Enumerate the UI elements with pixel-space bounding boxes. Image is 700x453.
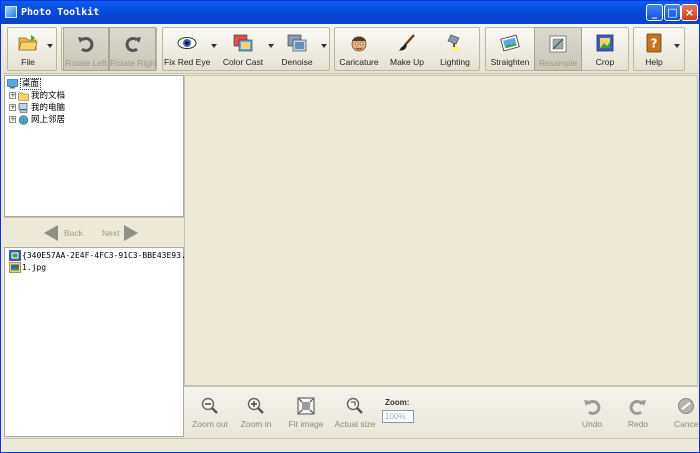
minimize-button[interactable]: _ <box>646 4 663 21</box>
redo-icon <box>629 399 646 415</box>
image-canvas[interactable] <box>184 75 698 386</box>
red-eye-dropdown-arrow-icon[interactable] <box>211 44 217 48</box>
tree-item-computer[interactable]: + 我的电脑 <box>9 102 65 114</box>
close-button[interactable]: × <box>681 4 698 21</box>
folder-icon <box>18 92 29 101</box>
expand-icon[interactable]: + <box>9 116 16 123</box>
tree-item-network[interactable]: + 网上邻居 <box>9 114 65 126</box>
lighting-button[interactable]: Lighting <box>432 27 478 71</box>
network-icon <box>18 114 29 125</box>
straighten-button[interactable]: Straighten <box>487 27 533 71</box>
zoom-label: Zoom: <box>385 398 410 407</box>
tree-item-label: 我的文档 <box>31 91 66 101</box>
denoise-dropdown-arrow-icon[interactable] <box>321 44 327 48</box>
help-dropdown-arrow-icon[interactable] <box>674 44 680 48</box>
resample-icon <box>549 35 567 53</box>
rotate-right-icon <box>125 37 141 52</box>
resample-button[interactable]: Resample <box>534 27 582 71</box>
make-up-button[interactable]: Make Up <box>384 27 430 71</box>
color-cast-dropdown-arrow-icon[interactable] <box>268 44 274 48</box>
window-title: Photo Toolkit <box>21 7 100 18</box>
undo-icon <box>584 399 601 415</box>
svg-text:?: ? <box>651 37 658 51</box>
app-icon <box>5 6 17 18</box>
zoom-out-button[interactable]: Zoom out <box>188 395 232 435</box>
fit-image-button[interactable]: Fit image <box>284 395 328 435</box>
arrow-right-icon <box>124 225 138 241</box>
zoom-in-button[interactable]: Zoom in <box>236 395 276 435</box>
maximize-button[interactable]: □ <box>664 4 681 21</box>
rotate-right-button[interactable]: Rotate Right <box>109 27 157 71</box>
fit-image-icon <box>297 397 315 415</box>
tree-root-desktop[interactable]: 桌面 <box>7 78 42 90</box>
tree-root-label: 桌面 <box>20 78 42 90</box>
navigation-bar: Back Next <box>4 217 184 247</box>
actual-size-button[interactable]: Actual size <box>332 395 378 435</box>
zoom-out-icon <box>201 397 218 414</box>
straighten-icon <box>500 34 520 52</box>
file-item[interactable]: 1.jpg <box>9 262 46 274</box>
help-book-icon: ? <box>646 33 662 53</box>
help-button[interactable]: ? Help <box>635 27 673 71</box>
bottom-toolbar: Zoom out Zoom in Fit image Actual size U… <box>184 386 698 437</box>
file-name: 1.jpg <box>22 263 47 272</box>
title-bar[interactable]: Photo Toolkit _ □ × <box>1 1 699 24</box>
denoise-button[interactable]: Denoise <box>276 27 318 71</box>
tree-item-documents[interactable]: + 我的文档 <box>9 90 65 102</box>
file-button[interactable]: File <box>9 27 47 71</box>
denoise-icon <box>287 34 307 52</box>
image-icon <box>9 262 21 273</box>
caricature-face-icon <box>351 36 367 52</box>
eye-icon <box>177 37 197 49</box>
main-toolbar: File Rotate Left Rotate Right Fix Red Ey… <box>3 24 699 74</box>
undo-button[interactable]: Undo <box>574 395 610 435</box>
color-cast-button[interactable]: Color Cast <box>219 27 267 71</box>
crop-button[interactable]: Crop <box>583 27 627 71</box>
film-icon <box>9 250 21 261</box>
lamp-icon <box>447 34 462 51</box>
app-window: Photo Toolkit _ □ × File Rotate Left Rot… <box>0 0 700 453</box>
desktop-icon <box>7 78 18 88</box>
arrow-left-icon <box>44 225 58 241</box>
folder-open-icon <box>18 35 38 51</box>
brush-icon <box>399 34 415 51</box>
file-name: {340E57AA-2E4F-4FC3-91C3-BBE43E93... <box>22 251 196 260</box>
file-list-panel[interactable]: {340E57AA-2E4F-4FC3-91C3-BBE43E93... 1.j… <box>4 247 195 437</box>
cancel-icon <box>678 398 694 414</box>
tree-item-label: 我的电脑 <box>31 103 66 113</box>
zoom-in-icon <box>247 397 264 414</box>
caricature-button[interactable]: Caricature <box>336 27 382 71</box>
status-bar <box>3 438 699 452</box>
cancel-button[interactable]: Cancel <box>668 395 698 435</box>
zoom-input[interactable]: 100% <box>382 410 414 423</box>
crop-icon <box>596 34 614 52</box>
next-button[interactable]: Next <box>102 225 152 241</box>
folder-tree-panel[interactable]: 桌面 + 我的文档 + 我的电脑 + 网上邻居 <box>4 75 184 217</box>
file-dropdown-arrow-icon[interactable] <box>47 44 53 48</box>
rotate-left-icon <box>78 37 94 52</box>
expand-icon[interactable]: + <box>9 92 16 99</box>
fix-red-eye-button[interactable]: Fix Red Eye <box>164 27 210 71</box>
back-button[interactable]: Back <box>42 225 92 241</box>
tree-item-label: 网上邻居 <box>31 115 66 125</box>
expand-icon[interactable]: + <box>9 104 16 111</box>
rotate-left-button[interactable]: Rotate Left <box>63 27 109 71</box>
redo-button[interactable]: Redo <box>620 395 656 435</box>
computer-icon <box>18 102 28 113</box>
color-cast-icon <box>233 34 253 52</box>
file-item[interactable]: {340E57AA-2E4F-4FC3-91C3-BBE43E93... <box>9 250 195 262</box>
actual-size-icon <box>346 397 363 414</box>
